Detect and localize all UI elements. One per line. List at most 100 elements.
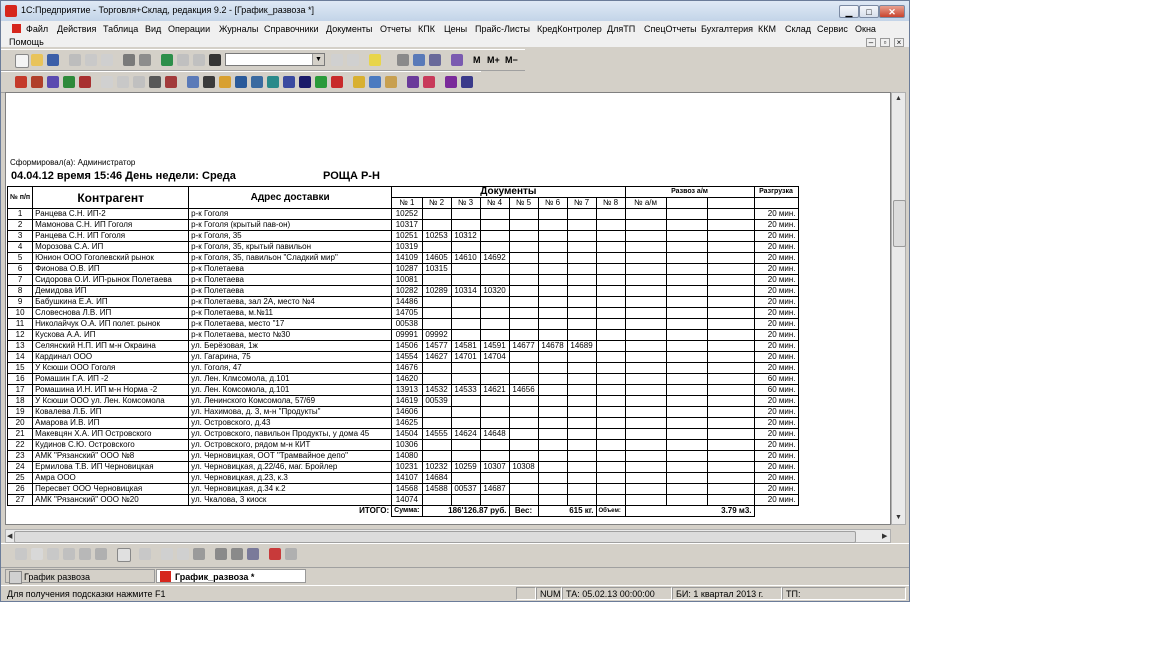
- menu-view[interactable]: Вид: [145, 24, 161, 34]
- doc-order-icon[interactable]: [47, 76, 59, 88]
- register-icon[interactable]: [149, 76, 161, 88]
- people-icon[interactable]: [407, 76, 419, 88]
- bracket-left-icon[interactable]: [161, 548, 173, 560]
- align-icon[interactable]: [193, 548, 205, 560]
- table-icon[interactable]: [397, 54, 409, 66]
- redo-icon[interactable]: [193, 54, 205, 66]
- menu-file[interactable]: Файл: [26, 24, 48, 34]
- menu-catalogs[interactable]: Справочники: [264, 24, 319, 34]
- calendar-icon[interactable]: [413, 54, 425, 66]
- print-icon[interactable]: [123, 54, 135, 66]
- window-icon[interactable]: [247, 548, 259, 560]
- vertical-scrollbar[interactable]: ▲ ▼: [891, 92, 906, 525]
- tab-grafik-razvoza-active[interactable]: График_развоза *: [156, 569, 306, 583]
- check-icon[interactable]: [423, 76, 435, 88]
- account3-icon[interactable]: [133, 76, 145, 88]
- arrow-red-icon[interactable]: [331, 76, 343, 88]
- menu-kpk[interactable]: КПК: [418, 24, 435, 34]
- scroll-left-icon[interactable]: ◀: [7, 532, 12, 540]
- memory-minus-button[interactable]: M−: [505, 55, 518, 65]
- menu-table[interactable]: Таблица: [103, 24, 138, 34]
- folder-icon[interactable]: [219, 76, 231, 88]
- grid-icon[interactable]: [203, 76, 215, 88]
- report-sheet[interactable]: Сформировал(а): Администратор 04.04.12 в…: [5, 92, 891, 525]
- delete-icon[interactable]: [269, 548, 281, 560]
- columns-icon[interactable]: [231, 548, 243, 560]
- copy-icon[interactable]: [85, 54, 97, 66]
- chevron-down-icon[interactable]: ▼: [312, 54, 324, 65]
- report-icon[interactable]: [353, 76, 365, 88]
- arrow-green-icon[interactable]: [315, 76, 327, 88]
- vertical-scroll-thumb[interactable]: [893, 200, 906, 247]
- chart-icon[interactable]: [369, 76, 381, 88]
- menu-credit-controller[interactable]: КредКонтролер: [537, 24, 602, 34]
- save-icon[interactable]: [47, 54, 59, 66]
- rectangle-icon[interactable]: [31, 548, 43, 560]
- horizontal-scroll-thumb[interactable]: [14, 531, 856, 543]
- maximize-button[interactable]: □: [859, 5, 879, 18]
- mdi-minimize-button[interactable]: –: [866, 38, 876, 47]
- settings-icon[interactable]: [461, 76, 473, 88]
- doc-return-icon[interactable]: [79, 76, 91, 88]
- picture-icon[interactable]: [63, 548, 75, 560]
- search-combo[interactable]: ▼: [225, 53, 325, 66]
- notes-icon[interactable]: [385, 76, 397, 88]
- mdi-restore-button[interactable]: ▫: [880, 38, 890, 47]
- scroll-up-icon[interactable]: ▲: [895, 95, 902, 102]
- account-icon[interactable]: [101, 76, 113, 88]
- tools-icon[interactable]: [445, 76, 457, 88]
- find-next-icon[interactable]: [331, 54, 343, 66]
- menu-service[interactable]: Сервис: [817, 24, 848, 34]
- menu-operations[interactable]: Операции: [168, 24, 210, 34]
- scroll-right-icon[interactable]: ▶: [882, 532, 887, 540]
- account2-icon[interactable]: [117, 76, 129, 88]
- split-icon[interactable]: [285, 548, 297, 560]
- menu-accounting[interactable]: Бухгалтерия: [701, 24, 753, 34]
- horizontal-scrollbar[interactable]: ◀ ▶: [5, 529, 891, 543]
- mdi-close-button[interactable]: ×: [894, 38, 904, 47]
- doc-red-icon[interactable]: [15, 76, 27, 88]
- find-icon[interactable]: [209, 54, 221, 66]
- rows-icon[interactable]: [215, 548, 227, 560]
- staff-icon[interactable]: [299, 76, 311, 88]
- doc-invoice-icon[interactable]: [31, 76, 43, 88]
- clients-icon[interactable]: [251, 76, 263, 88]
- catalog-icon[interactable]: [187, 76, 199, 88]
- tab-grafik-razvoza[interactable]: График развоза: [5, 569, 155, 584]
- memory-button[interactable]: M: [473, 55, 481, 65]
- help-icon[interactable]: [369, 54, 381, 66]
- memory-plus-button[interactable]: M+: [487, 55, 500, 65]
- undo-icon[interactable]: [177, 54, 189, 66]
- text-box-icon[interactable]: [47, 548, 59, 560]
- menu-windows[interactable]: Окна: [855, 24, 876, 34]
- menu-prices[interactable]: Цены: [444, 24, 467, 34]
- minimize-button[interactable]: ▁: [839, 5, 859, 18]
- line-icon[interactable]: [15, 548, 27, 560]
- menu-actions[interactable]: Действия: [57, 24, 96, 34]
- print-preview-icon[interactable]: [139, 54, 151, 66]
- bracket-right-icon[interactable]: [177, 548, 189, 560]
- doc-receipt-icon[interactable]: [63, 76, 75, 88]
- menu-journals[interactable]: Журналы: [219, 24, 258, 34]
- diagram-icon[interactable]: [95, 548, 107, 560]
- menu-price-lists[interactable]: Прайс-Листы: [475, 24, 530, 34]
- open-icon[interactable]: [31, 54, 43, 66]
- scroll-down-icon[interactable]: ▼: [895, 514, 902, 521]
- menu-special-reports[interactable]: СпецОтчеты: [644, 24, 697, 34]
- menu-documents[interactable]: Документы: [326, 24, 372, 34]
- new-icon[interactable]: [15, 54, 29, 68]
- goods-icon[interactable]: [267, 76, 279, 88]
- group-icon[interactable]: [139, 548, 151, 560]
- find-prev-icon[interactable]: [347, 54, 359, 66]
- chat-icon[interactable]: [429, 54, 441, 66]
- users-icon[interactable]: [235, 76, 247, 88]
- menu-reports[interactable]: Отчеты: [380, 24, 411, 34]
- menu-help[interactable]: Помощь: [9, 37, 44, 47]
- book-icon[interactable]: [451, 54, 463, 66]
- pointer-icon[interactable]: [117, 548, 131, 562]
- menu-dlya-tp[interactable]: ДляТП: [607, 24, 635, 34]
- calculator-icon[interactable]: [161, 54, 173, 66]
- menu-warehouse[interactable]: Склад: [785, 24, 811, 34]
- cash-icon[interactable]: [165, 76, 177, 88]
- menu-kkm[interactable]: ККМ: [758, 24, 776, 34]
